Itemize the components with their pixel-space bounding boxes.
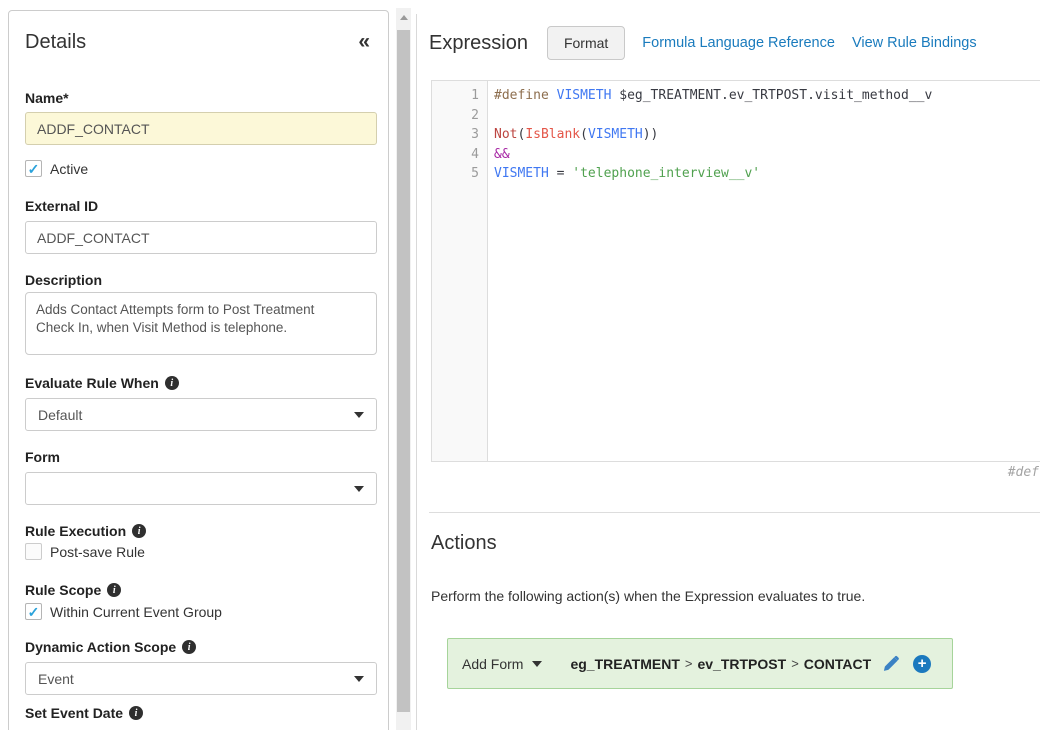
- path-segment: ev_TRTPOST: [697, 656, 786, 672]
- rule-execution-label: Rule Execution i: [25, 523, 372, 539]
- check-icon: ✓: [28, 162, 40, 176]
- post-save-rule-label: Post-save Rule: [50, 544, 145, 560]
- chevron-down-icon: [354, 676, 364, 682]
- scrollbar-thumb[interactable]: [397, 30, 410, 712]
- evaluate-rule-when-value: Default: [38, 407, 82, 423]
- path-separator: >: [786, 656, 804, 671]
- edit-pencil-icon[interactable]: [882, 655, 900, 673]
- evaluate-rule-when-label-text: Evaluate Rule When: [25, 375, 159, 391]
- vertical-scrollbar[interactable]: [396, 8, 411, 730]
- code-line: [494, 106, 1040, 126]
- action-path-breadcrumb: eg_TREATMENT>ev_TRTPOST>CONTACT: [570, 656, 871, 672]
- expression-pane: Expression Format Formula Language Refer…: [416, 14, 1040, 730]
- section-divider: [429, 512, 1040, 513]
- rule-scope-label-text: Rule Scope: [25, 582, 101, 598]
- dynamic-action-scope-label-text: Dynamic Action Scope: [25, 639, 176, 655]
- add-action-plus-icon[interactable]: +: [913, 655, 931, 673]
- chevron-down-icon: [354, 486, 364, 492]
- code-line: Not(IsBlank(VISMETH)): [494, 125, 1040, 145]
- active-label: Active: [50, 161, 88, 177]
- dynamic-action-scope-value: Event: [38, 671, 74, 687]
- expression-code-editor[interactable]: 12345 #define VISMETH $eg_TREATMENT.ev_T…: [431, 80, 1040, 462]
- rule-scope-label: Rule Scope i: [25, 582, 372, 598]
- post-save-rule-checkbox[interactable]: ✓: [25, 543, 42, 560]
- scrollbar-up-button[interactable]: [396, 8, 411, 26]
- description-line: Adds Contact Attempts form to Post Treat…: [36, 301, 366, 319]
- description-textarea[interactable]: Adds Contact Attempts form to Post Treat…: [25, 292, 377, 355]
- check-icon: ✓: [28, 605, 40, 619]
- chevron-down-icon: [354, 412, 364, 418]
- view-rule-bindings-link[interactable]: View Rule Bindings: [852, 35, 977, 51]
- external-id-input[interactable]: [25, 221, 377, 254]
- info-icon[interactable]: i: [129, 706, 143, 720]
- actions-description: Perform the following action(s) when the…: [431, 588, 1040, 604]
- dynamic-action-scope-select[interactable]: Event: [25, 662, 377, 695]
- evaluate-rule-when-label: Evaluate Rule When i: [25, 375, 372, 391]
- evaluate-rule-when-select[interactable]: Default: [25, 398, 377, 431]
- chevron-down-icon: [532, 661, 542, 667]
- actions-title: Actions: [431, 532, 1040, 555]
- clipped-field-label: Set Event Date i: [25, 705, 372, 721]
- description-label: Description: [25, 272, 372, 288]
- description-line: Check In, when Visit Method is telephone…: [36, 319, 366, 337]
- name-input[interactable]: [25, 112, 377, 145]
- details-panel-title: Details: [25, 31, 86, 54]
- form-label: Form: [25, 449, 372, 465]
- info-icon[interactable]: i: [165, 376, 179, 390]
- format-button[interactable]: Format: [547, 26, 625, 60]
- code-line: #define VISMETH $eg_TREATMENT.ev_TRTPOST…: [494, 86, 1040, 106]
- info-icon[interactable]: i: [182, 640, 196, 654]
- action-row: Add Form eg_TREATMENT>ev_TRTPOST>CONTACT…: [447, 638, 953, 689]
- rule-execution-label-text: Rule Execution: [25, 523, 126, 539]
- external-id-label: External ID: [25, 198, 372, 214]
- within-current-event-group-checkbox[interactable]: ✓: [25, 603, 42, 620]
- expression-title: Expression: [429, 32, 528, 55]
- name-label: Name*: [25, 90, 372, 106]
- dynamic-action-scope-label: Dynamic Action Scope i: [25, 639, 372, 655]
- add-form-dropdown-button[interactable]: Add Form: [462, 656, 542, 672]
- collapse-panel-icon[interactable]: «: [356, 31, 372, 53]
- add-form-label: Add Form: [462, 656, 523, 672]
- editor-line-numbers: 12345: [432, 81, 488, 461]
- expression-code-lines[interactable]: #define VISMETH $eg_TREATMENT.ev_TRTPOST…: [488, 81, 1040, 461]
- form-select[interactable]: [25, 472, 377, 505]
- clipped-field-label-text: Set Event Date: [25, 705, 123, 721]
- code-line: &&: [494, 145, 1040, 165]
- details-panel: Details « Name* ✓ Active External ID Des…: [8, 10, 389, 730]
- path-separator: >: [680, 656, 698, 671]
- arrow-up-icon: [400, 15, 408, 20]
- info-icon[interactable]: i: [107, 583, 121, 597]
- info-icon[interactable]: i: [132, 524, 146, 538]
- active-checkbox[interactable]: ✓: [25, 160, 42, 177]
- rule-editor-page: Details « Name* ✓ Active External ID Des…: [0, 0, 1040, 730]
- editor-ghost-hint: #def: [429, 465, 1040, 480]
- path-segment: CONTACT: [804, 656, 871, 672]
- code-line: VISMETH = 'telephone_interview__v': [494, 164, 1040, 184]
- formula-language-reference-link[interactable]: Formula Language Reference: [642, 35, 835, 51]
- path-segment: eg_TREATMENT: [570, 656, 679, 672]
- within-current-event-group-label: Within Current Event Group: [50, 604, 222, 620]
